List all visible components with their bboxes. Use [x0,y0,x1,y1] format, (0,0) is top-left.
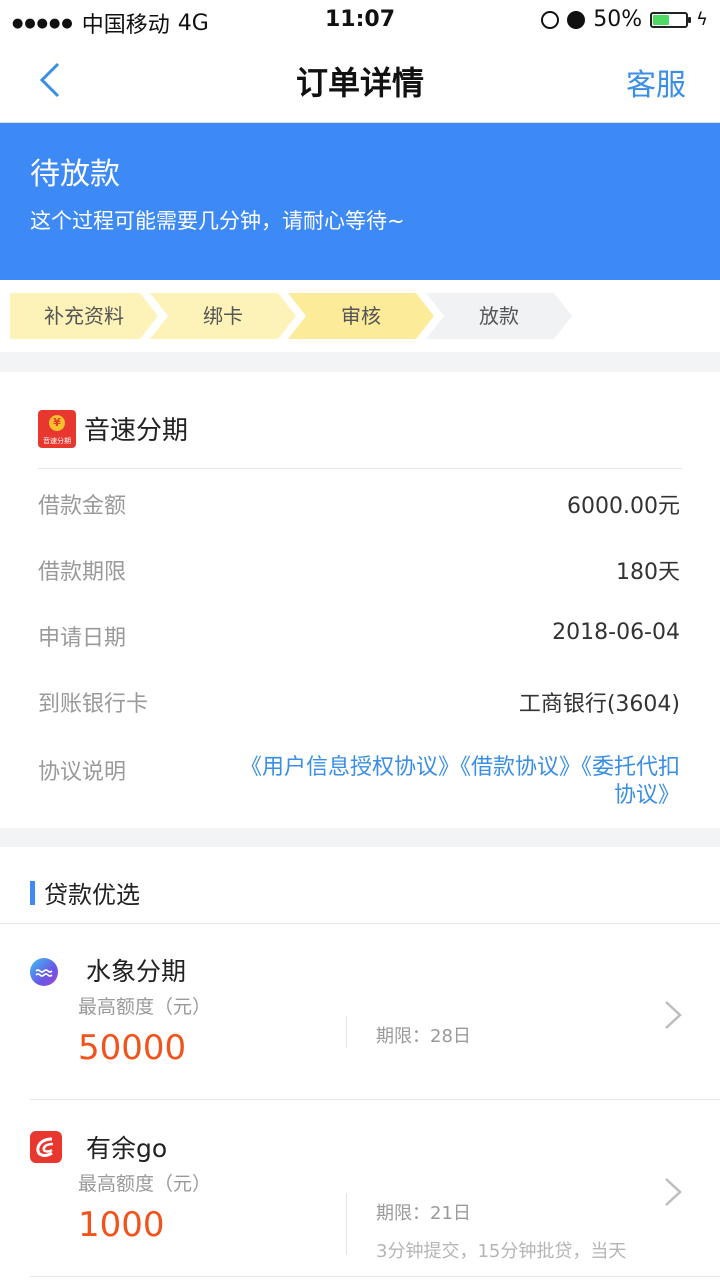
status-title: 待放款 [30,157,120,192]
divider [30,1099,720,1100]
quota-label: 最高额度（元） [78,1173,212,1195]
loan-agreement-link[interactable]: 《借款协议》 [460,755,581,780]
app-logo-icon: ¥ 音速分期 [38,410,76,448]
status-description: 这个过程可能需要几分钟，请耐心等待~ [30,209,405,233]
progress-steps: 补充资料 绑卡 审核 放款 [0,280,720,352]
divider [30,1276,720,1277]
divider [38,468,682,469]
customer-service-button[interactable]: 客服 [626,60,686,104]
quota-value: 1000 [78,1205,165,1245]
loan-term: 期限：21日 [376,1203,471,1224]
water-wave-icon [30,958,58,986]
step-label: 补充资料 [44,304,124,328]
apply-date-value: 2018-06-04 [552,620,680,645]
status-bar: ●●●●● 中国移动 4G 11:07 50% ϟ [0,0,720,40]
rotation-lock-icon [541,10,560,29]
app-name: 音速分期 [84,416,189,446]
step-label: 审核 [341,304,381,328]
section-accent-bar [30,881,35,905]
entrusted-deduction-agreement-link[interactable]: 《委托代扣协议》 [581,755,680,808]
agreement-label: 协议说明 [38,760,127,785]
quota-label: 最高额度（元） [78,996,212,1018]
step-supplement-info: 补充资料 [10,293,158,339]
chevron-left-icon[interactable] [32,58,68,102]
bank-card-value: 工商银行(3604) [518,692,680,717]
loan-description: 3分钟提交，15分钟批贷，当天 [376,1241,627,1262]
loan-amount-value: 6000.00元 [567,494,680,519]
bank-card-label: 到账银行卡 [38,692,149,717]
divider [346,1016,347,1048]
quota-value: 50000 [78,1028,187,1068]
chevron-right-icon [665,1178,682,1206]
chevron-right-icon [665,1001,682,1029]
loan-recommendations: 贷款优选 水象分期 最高额度（元） 50000 期限：28日 有余go 最高额度… [0,847,720,1280]
loan-term-value: 180天 [616,560,680,585]
divider [346,1193,347,1255]
navigation-bar: 订单详情 客服 [0,40,720,123]
step-label: 放款 [479,304,519,328]
battery-fill [653,14,670,25]
step-disburse: 放款 [426,293,572,339]
apply-date-label: 申请日期 [38,626,127,651]
loan-amount-label: 借款金额 [38,494,127,519]
status-banner: 待放款 这个过程可能需要几分钟，请耐心等待~ [0,123,720,280]
step-bind-card: 绑卡 [150,293,296,339]
loan-term-label: 借款期限 [38,560,127,585]
loan-item-youyugo[interactable]: 有余go 最高额度（元） 1000 期限：21日 3分钟提交，15分钟批贷，当天 [0,1101,720,1277]
app-logo-text: 音速分期 [43,437,71,445]
loan-name: 有余go [86,1134,168,1163]
battery-icon [650,11,692,28]
loan-item-shuixiang[interactable]: 水象分期 最高额度（元） 50000 期限：28日 [0,924,720,1100]
loan-name: 水象分期 [86,957,187,986]
youyu-logo-icon [30,1131,62,1163]
page-title: 订单详情 [295,64,424,102]
step-label: 绑卡 [203,304,243,328]
alarm-icon [567,10,586,29]
agreement-links: 《用户信息授权协议》《借款协议》《委托代扣协议》 [230,754,680,810]
order-details-card: ¥ 音速分期 音速分期 借款金额 6000.00元 借款期限 180天 申请日期… [0,372,720,828]
loan-term: 期限：28日 [376,1026,471,1047]
charging-bolt-icon: ϟ [696,9,708,30]
step-review: 审核 [288,293,434,339]
section-title: 贷款优选 [44,881,140,909]
user-info-agreement-link[interactable]: 《用户信息授权协议》 [240,755,460,780]
coin-icon: ¥ [49,415,65,431]
battery-percent: 50% [593,7,643,32]
